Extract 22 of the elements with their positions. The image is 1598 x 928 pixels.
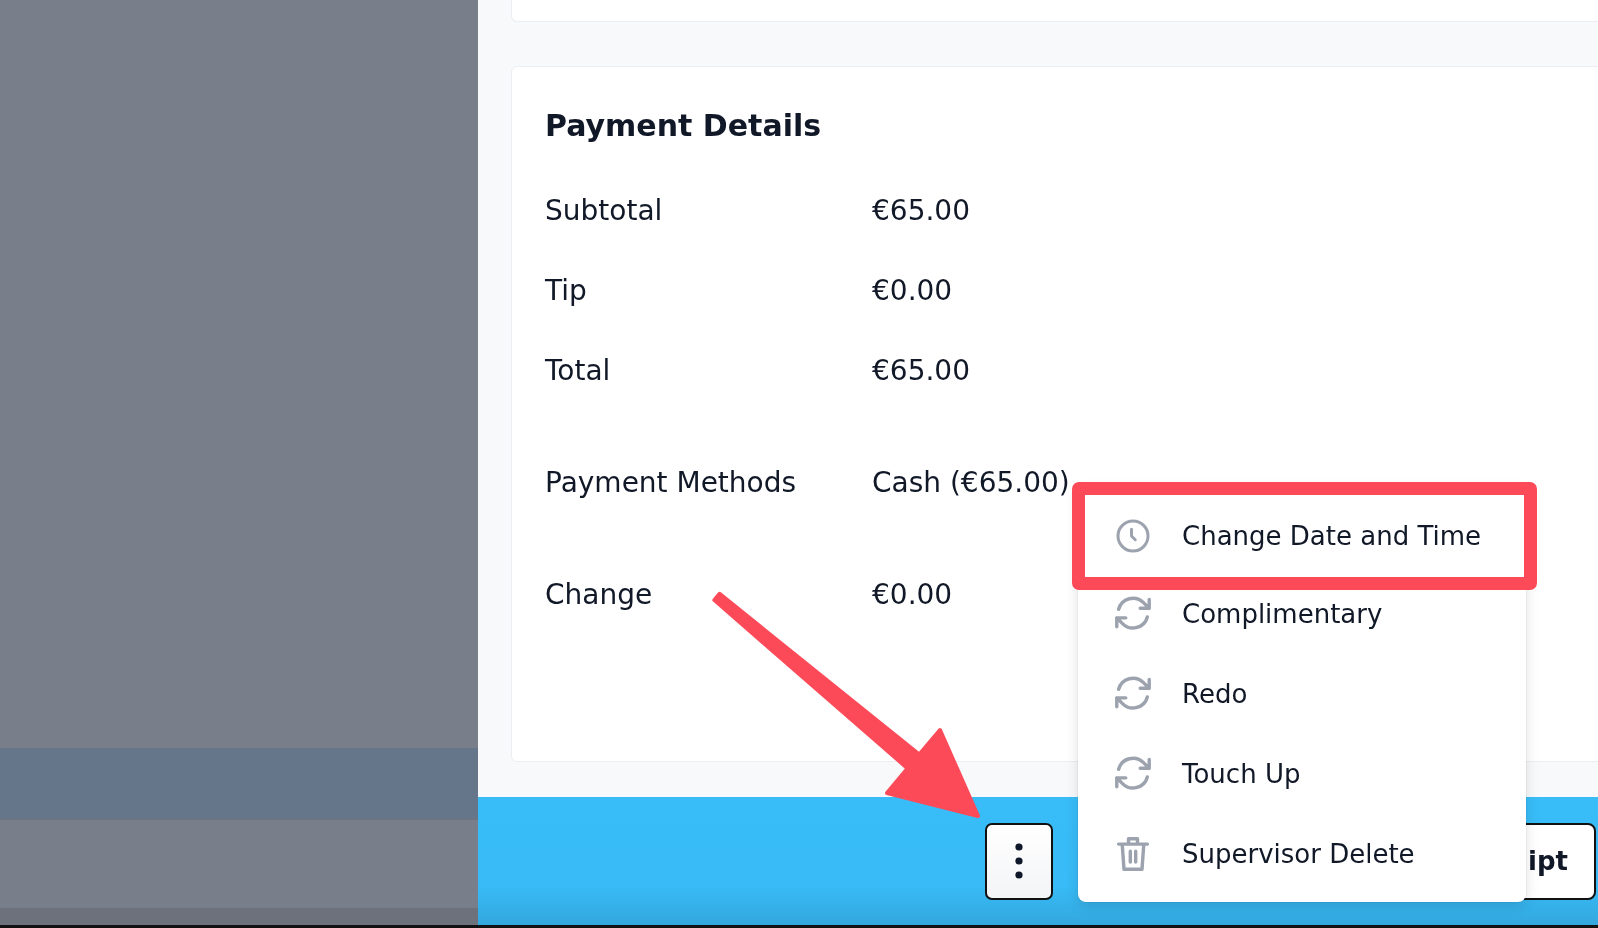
row-label: Tip — [545, 273, 587, 307]
menu-item[interactable]: Redo — [1078, 670, 1526, 718]
section-title: Payment Details — [545, 107, 822, 145]
menu-item[interactable]: Change Date and Time — [1072, 482, 1537, 590]
refresh-icon — [1115, 756, 1151, 792]
menu-item[interactable]: Complimentary — [1078, 590, 1526, 638]
row-value: €65.00 — [872, 353, 970, 387]
row-label: Change — [545, 577, 653, 611]
row-value: €65.00 — [872, 193, 970, 227]
refresh-icon — [1115, 676, 1151, 712]
row-value: Cash (€65.00) — [872, 465, 1070, 499]
more-icon — [1015, 843, 1024, 879]
clock-icon — [1115, 518, 1151, 554]
row-label: Total — [545, 353, 611, 387]
more-button[interactable] — [985, 822, 1054, 900]
row-value: €0.00 — [872, 577, 953, 611]
row-value: €0.00 — [872, 273, 953, 307]
menu-item[interactable]: Touch Up — [1078, 750, 1526, 798]
row-label: Payment Methods — [545, 465, 797, 499]
row-label: Subtotal — [545, 193, 663, 227]
trash-icon — [1115, 836, 1151, 872]
refresh-icon — [1115, 596, 1151, 632]
